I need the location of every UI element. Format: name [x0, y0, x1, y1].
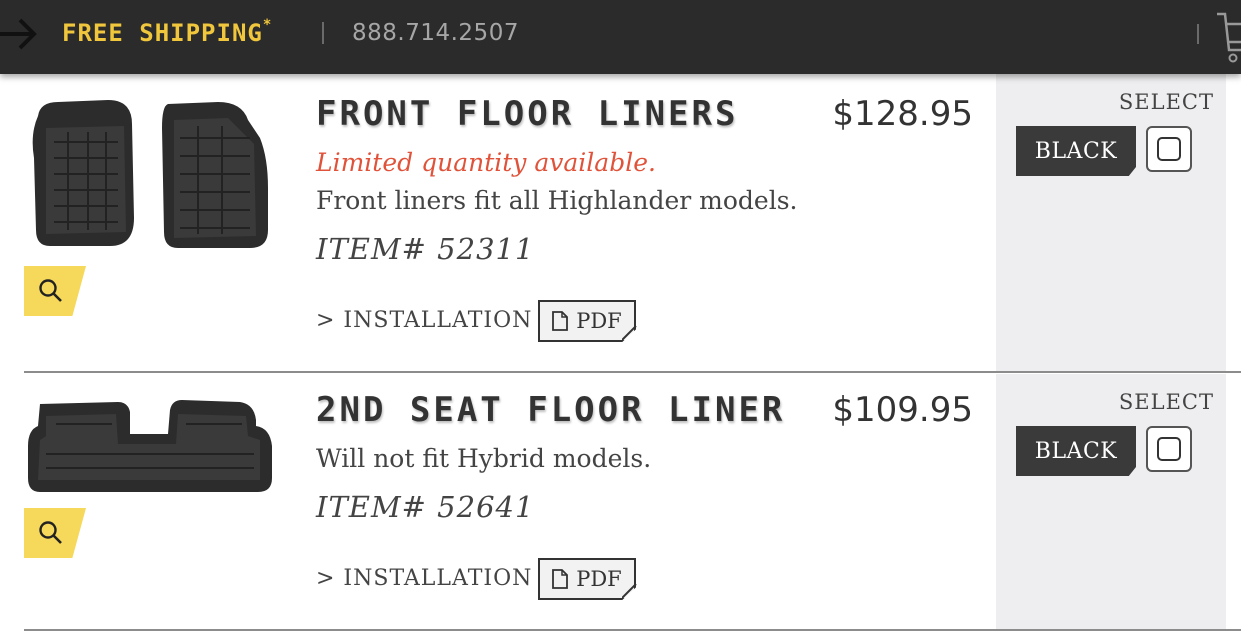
- header-divider: [322, 22, 324, 44]
- select-checkbox[interactable]: [1146, 426, 1192, 472]
- document-icon: [552, 311, 569, 331]
- product-description: Front liners fit all Highlander models.: [316, 186, 798, 215]
- zoom-button[interactable]: [24, 266, 86, 316]
- installation-link[interactable]: > INSTALLATION: [316, 566, 532, 591]
- product-row: 2ND SEAT FLOOR LINER $109.95 Will not fi…: [0, 374, 1241, 630]
- row-divider: [24, 629, 1241, 631]
- product-description: Will not fit Hybrid models.: [316, 444, 652, 473]
- product-title[interactable]: 2ND SEAT FLOOR LINER: [316, 390, 785, 430]
- select-panel: SELECT BLACK: [996, 374, 1226, 630]
- arrow-right-icon[interactable]: [0, 14, 40, 54]
- header-divider: [1197, 24, 1199, 44]
- promo-asterisk: *: [262, 17, 273, 33]
- color-option-button[interactable]: BLACK: [1016, 126, 1136, 176]
- product-row: FRONT FLOOR LINERS $128.95 Limited quant…: [0, 74, 1241, 372]
- product-price: $109.95: [832, 390, 973, 430]
- pdf-corner: [622, 326, 637, 341]
- select-label: SELECT: [1118, 390, 1214, 414]
- color-option-button[interactable]: BLACK: [1016, 426, 1136, 476]
- second-seat-floor-liner-image[interactable]: [26, 396, 274, 496]
- front-floor-liners-image[interactable]: [28, 98, 273, 250]
- select-label: SELECT: [1118, 90, 1214, 114]
- top-bar: FREE SHIPPING* 888.714.2507: [0, 0, 1241, 74]
- pdf-label: PDF: [576, 567, 622, 591]
- row-divider: [24, 371, 1241, 373]
- select-panel: SELECT BLACK: [996, 74, 1226, 372]
- zoom-button[interactable]: [24, 508, 86, 558]
- select-checkbox[interactable]: [1146, 126, 1192, 172]
- installation-link[interactable]: > INSTALLATION: [316, 308, 532, 333]
- product-price: $128.95: [832, 94, 973, 134]
- cart-icon[interactable]: [1213, 6, 1241, 66]
- phone-number[interactable]: 888.714.2507: [352, 20, 519, 46]
- pdf-label: PDF: [576, 309, 622, 333]
- item-number: ITEM# 52641: [316, 490, 535, 524]
- pdf-corner: [622, 584, 637, 599]
- document-icon: [552, 569, 569, 589]
- free-shipping-promo[interactable]: FREE SHIPPING*: [62, 17, 273, 47]
- product-title[interactable]: FRONT FLOOR LINERS: [316, 94, 738, 134]
- item-number: ITEM# 52311: [316, 232, 535, 266]
- limited-quantity-notice: Limited quantity available.: [316, 148, 656, 177]
- search-icon: [39, 521, 62, 544]
- search-icon: [39, 279, 62, 302]
